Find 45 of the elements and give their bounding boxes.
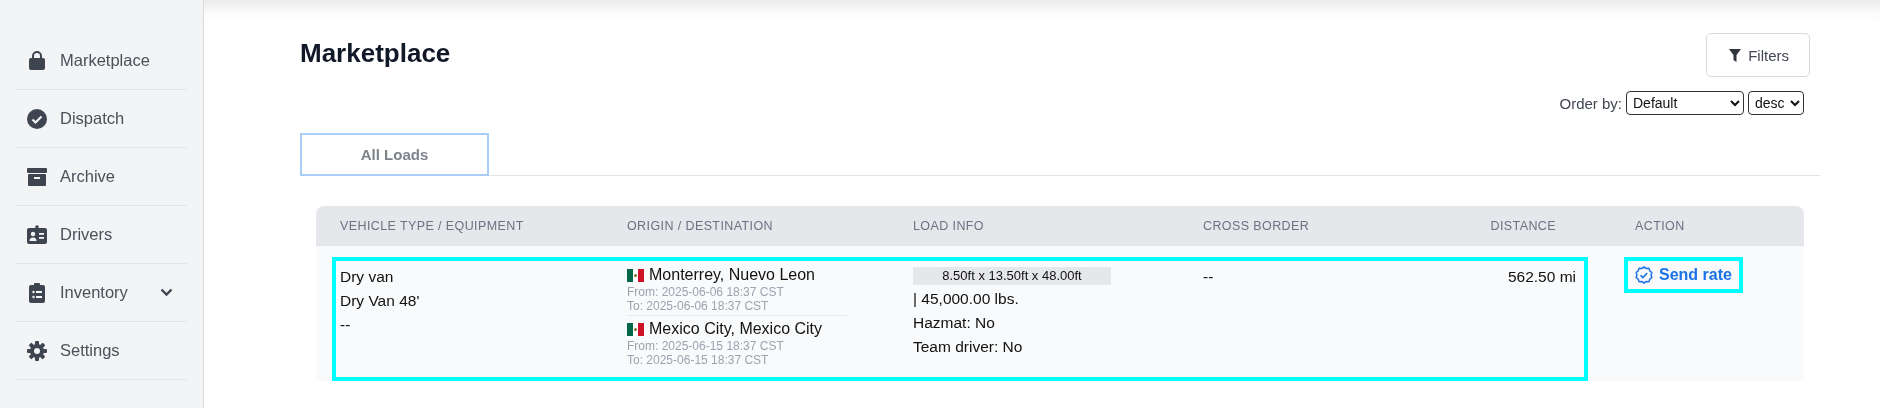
hazmat-text: Hazmat: No — [913, 313, 996, 333]
distance-value: 562.50 mi — [1507, 268, 1576, 285]
cross-border-value: -- — [1203, 268, 1214, 285]
column-header: VEHICLE TYPE / EQUIPMENT — [339, 219, 525, 233]
check-badge-icon — [1635, 266, 1653, 284]
equipment-type: Dry Van 48' — [340, 291, 421, 311]
date-to: To: 2025-06-15 18:37 CST — [627, 353, 770, 367]
date-from: From: 2025-06-15 18:37 CST — [627, 339, 785, 353]
sidebar-item[interactable]: Marketplace — [16, 32, 187, 90]
date-to: To: 2025-06-06 18:37 CST — [627, 299, 770, 313]
filter-funnel-icon — [1729, 48, 1742, 62]
clipboard-list-icon — [29, 282, 45, 303]
sidebar-item[interactable]: Settings — [16, 322, 187, 380]
order-by-label: Order by: — [1559, 94, 1622, 112]
flag-icon — [627, 322, 644, 336]
shopping-bag-icon — [28, 50, 46, 71]
settings-icon — [27, 340, 47, 361]
filters-button[interactable]: Filters — [1706, 33, 1810, 77]
archive-box-icon — [27, 167, 47, 186]
chevron-down-icon[interactable] — [160, 288, 173, 297]
id-card-icon — [27, 225, 47, 244]
sidebar-item[interactable]: Dispatch — [16, 90, 187, 148]
destination-city: Mexico City, Mexico City — [649, 319, 823, 339]
column-header: ACTION — [1634, 219, 1686, 233]
sidebar-item[interactable]: Archive — [16, 148, 187, 206]
send-rate-button[interactable]: Send rate — [1629, 262, 1738, 288]
column-header: CROSS BORDER — [1202, 219, 1311, 233]
flag-icon — [627, 268, 644, 282]
order-direction-select[interactable]: desc — [1748, 91, 1804, 115]
dimensions-label: 8.50ft x 13.50ft x 48.00ft — [913, 267, 1111, 285]
page-title: Marketplace — [300, 38, 451, 69]
column-header: ORIGIN / DESTINATION — [626, 219, 774, 233]
team-driver-text: Team driver: No — [913, 337, 1024, 357]
order-field-select[interactable]: Default — [1626, 91, 1744, 115]
vehicle-note: -- — [340, 315, 352, 335]
origin-city: Monterrey, Nuevo Leon — [649, 265, 815, 285]
sidebar-item[interactable]: Drivers — [16, 206, 187, 264]
column-header: LOAD INFO — [912, 219, 985, 233]
weight-text: | 45,000.00 lbs. — [913, 289, 1020, 309]
sidebar-item[interactable]: Inventory — [16, 264, 187, 322]
tab[interactable]: All Loads — [300, 133, 489, 176]
check-circle-icon — [27, 108, 47, 129]
date-from: From: 2025-06-06 18:37 CST — [627, 285, 785, 299]
vehicle-type: Dry van — [340, 267, 395, 287]
column-header: DISTANCE — [1489, 219, 1557, 233]
